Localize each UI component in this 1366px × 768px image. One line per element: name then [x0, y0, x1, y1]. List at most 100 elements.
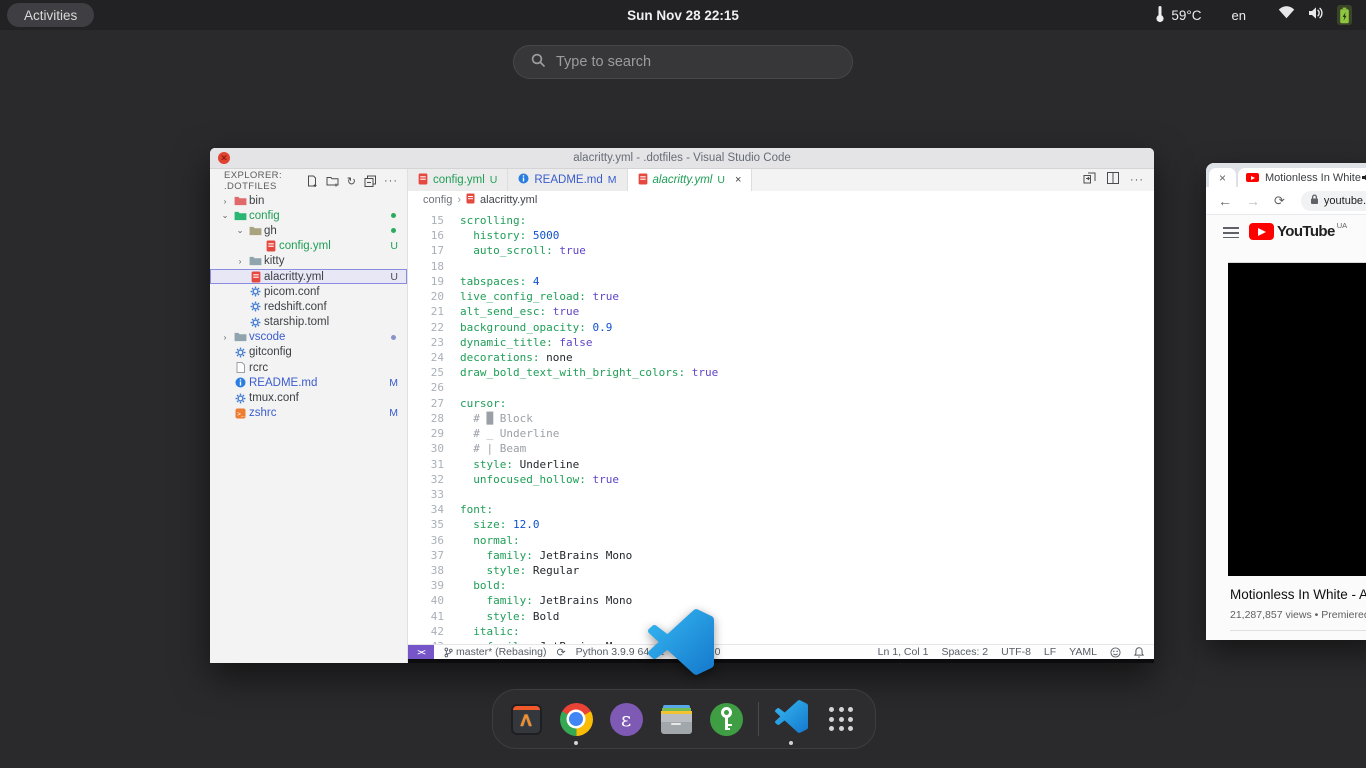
- tree-item-gitconfig[interactable]: gitconfig: [210, 345, 407, 360]
- notifications-bell-icon[interactable]: [1134, 647, 1144, 658]
- tree-item-gh[interactable]: ⌄gh: [210, 223, 407, 238]
- remote-indicator[interactable]: ><: [408, 645, 434, 659]
- close-tab-icon[interactable]: ×: [735, 174, 741, 186]
- close-button[interactable]: ✕: [218, 152, 230, 164]
- new-folder-icon[interactable]: [326, 175, 339, 187]
- status-item-0[interactable]: Ln 1, Col 1: [878, 646, 929, 658]
- line-number: 40: [408, 593, 444, 608]
- youtube-logo[interactable]: YouTube UA: [1249, 221, 1347, 240]
- tree-item-picom-conf[interactable]: picom.conf: [210, 284, 407, 299]
- menu-icon[interactable]: [1223, 227, 1239, 242]
- file-label: config: [249, 210, 280, 222]
- background-tab-close[interactable]: ×: [1209, 168, 1236, 187]
- tree-item-zshrc[interactable]: >_zshrcM: [210, 406, 407, 421]
- dock-item-files[interactable]: [658, 701, 694, 737]
- shell-icon: >_: [232, 408, 249, 419]
- more-actions-icon[interactable]: ···: [1130, 174, 1144, 186]
- tab-label: README.md: [534, 174, 602, 186]
- status-item-2[interactable]: UTF-8: [1001, 646, 1031, 658]
- git-branch-status[interactable]: master* (Rebasing): [444, 646, 546, 658]
- refresh-icon[interactable]: ↻: [347, 175, 356, 188]
- forward-button[interactable]: →: [1246, 193, 1260, 209]
- file-label: alacritty.yml: [264, 271, 324, 283]
- video-player[interactable]: [1228, 262, 1366, 576]
- code-line: 28 # █ Block: [408, 411, 1154, 426]
- breadcrumb-folder[interactable]: config: [423, 194, 452, 206]
- status-item-3[interactable]: LF: [1044, 646, 1056, 658]
- code-text: [444, 487, 460, 502]
- tree-item-alacritty-yml[interactable]: alacritty.ymlU: [210, 269, 407, 284]
- code-line: 38 style: Regular: [408, 563, 1154, 578]
- code-editor[interactable]: 15scrolling:16 history: 500017 auto_scro…: [408, 209, 1154, 644]
- chevron-right-icon: ›: [218, 332, 232, 342]
- vscode-titlebar[interactable]: ✕ alacritty.yml - .dotfiles - Visual Stu…: [210, 148, 1154, 169]
- tab-readme-md[interactable]: README.mdM: [508, 169, 627, 191]
- video-meta: 21,287,857 views • Premiered Dec: [1230, 609, 1366, 621]
- clock[interactable]: Sun Nov 28 22:15: [627, 0, 739, 30]
- dock-item-alacritty[interactable]: Λ: [508, 701, 544, 737]
- tree-item-config-yml[interactable]: config.ymlU: [210, 239, 407, 254]
- tree-item-kitty[interactable]: ›kitty: [210, 254, 407, 269]
- status-item-1[interactable]: Spaces: 2: [941, 646, 988, 658]
- line-number: 31: [408, 457, 444, 472]
- address-bar[interactable]: youtube.com/wa: [1301, 191, 1366, 211]
- gear-icon: [247, 286, 264, 297]
- feedback-icon[interactable]: [1110, 647, 1121, 658]
- dock-item-keepassxc[interactable]: [708, 701, 744, 737]
- temperature-value: 59°C: [1171, 8, 1201, 23]
- tab-audio-icon[interactable]: [1361, 172, 1366, 186]
- new-file-icon[interactable]: [306, 175, 318, 187]
- activities-button[interactable]: Activities: [7, 3, 94, 27]
- code-text: alt_send_esc: true: [444, 304, 579, 319]
- youtube-tab[interactable]: Motionless In White - /: [1238, 168, 1366, 187]
- explorer-header: EXPLORER: .DOTFILES: [224, 170, 306, 192]
- editor-tabbar: config.ymlUREADME.mdMalacritty.ymlU×···: [408, 169, 1154, 191]
- file-label: bin: [249, 195, 264, 207]
- keepassxc-icon: [710, 703, 743, 736]
- tree-item-redshift-conf[interactable]: redshift.conf: [210, 299, 407, 314]
- collapse-folders-icon[interactable]: [364, 175, 376, 187]
- app-grid-icon: [829, 707, 853, 731]
- tree-item-starship-toml[interactable]: starship.toml: [210, 315, 407, 330]
- line-number: 32: [408, 472, 444, 487]
- back-button[interactable]: ←: [1218, 193, 1232, 209]
- tab-config-yml[interactable]: config.ymlU: [408, 169, 508, 191]
- split-editor-icon[interactable]: [1107, 171, 1119, 189]
- tree-item-bin[interactable]: ›bin: [210, 193, 407, 208]
- code-text: [444, 259, 460, 274]
- breadcrumb-file[interactable]: alacritty.yml: [480, 194, 537, 206]
- chrome-toolbar: ← → ⟳ youtube.com/wa: [1206, 187, 1366, 215]
- tab-alacritty-yml[interactable]: alacritty.ymlU×: [628, 169, 753, 191]
- gear-icon: [247, 317, 264, 328]
- dock-item-chrome[interactable]: [558, 701, 594, 737]
- sync-icon[interactable]: ⟳: [556, 646, 565, 659]
- svg-text:>_: >_: [237, 411, 245, 418]
- tree-item-tmux-conf[interactable]: tmux.conf: [210, 390, 407, 405]
- chrome-icon: [560, 703, 593, 736]
- system-indicators[interactable]: 59°C en: [1155, 0, 1352, 30]
- dock-item-app-grid[interactable]: [823, 701, 859, 737]
- tree-item-readme-md[interactable]: README.mdM: [210, 375, 407, 390]
- file-icon: [232, 362, 249, 373]
- dock-item-emacs[interactable]: ε: [608, 701, 644, 737]
- close-tab-icon[interactable]: ×: [1219, 171, 1226, 185]
- line-number: 23: [408, 335, 444, 350]
- file-label: vscode: [249, 331, 285, 343]
- keyboard-layout[interactable]: en: [1232, 8, 1246, 23]
- tab-git-badge: U: [490, 174, 498, 186]
- breadcrumb[interactable]: config › alacritty.yml: [408, 191, 1154, 209]
- tree-item-vscode[interactable]: › vscode: [210, 330, 407, 345]
- dock-item-vscode[interactable]: [773, 701, 809, 737]
- tab-label: alacritty.yml: [653, 174, 713, 186]
- git-branch-icon: [444, 647, 453, 658]
- tree-item-rcrc[interactable]: rcrc: [210, 360, 407, 375]
- code-line: 34font:: [408, 502, 1154, 517]
- open-changes-icon[interactable]: [1083, 171, 1096, 189]
- status-item-4[interactable]: YAML: [1069, 646, 1097, 658]
- more-actions-icon[interactable]: ···: [384, 175, 398, 187]
- tree-item-config[interactable]: ⌄config: [210, 208, 407, 223]
- search-input[interactable]: Type to search: [513, 45, 853, 79]
- yaml-file-icon: [466, 193, 475, 207]
- reload-button[interactable]: ⟳: [1274, 193, 1285, 209]
- chevron-down-icon: ⌄: [233, 225, 247, 236]
